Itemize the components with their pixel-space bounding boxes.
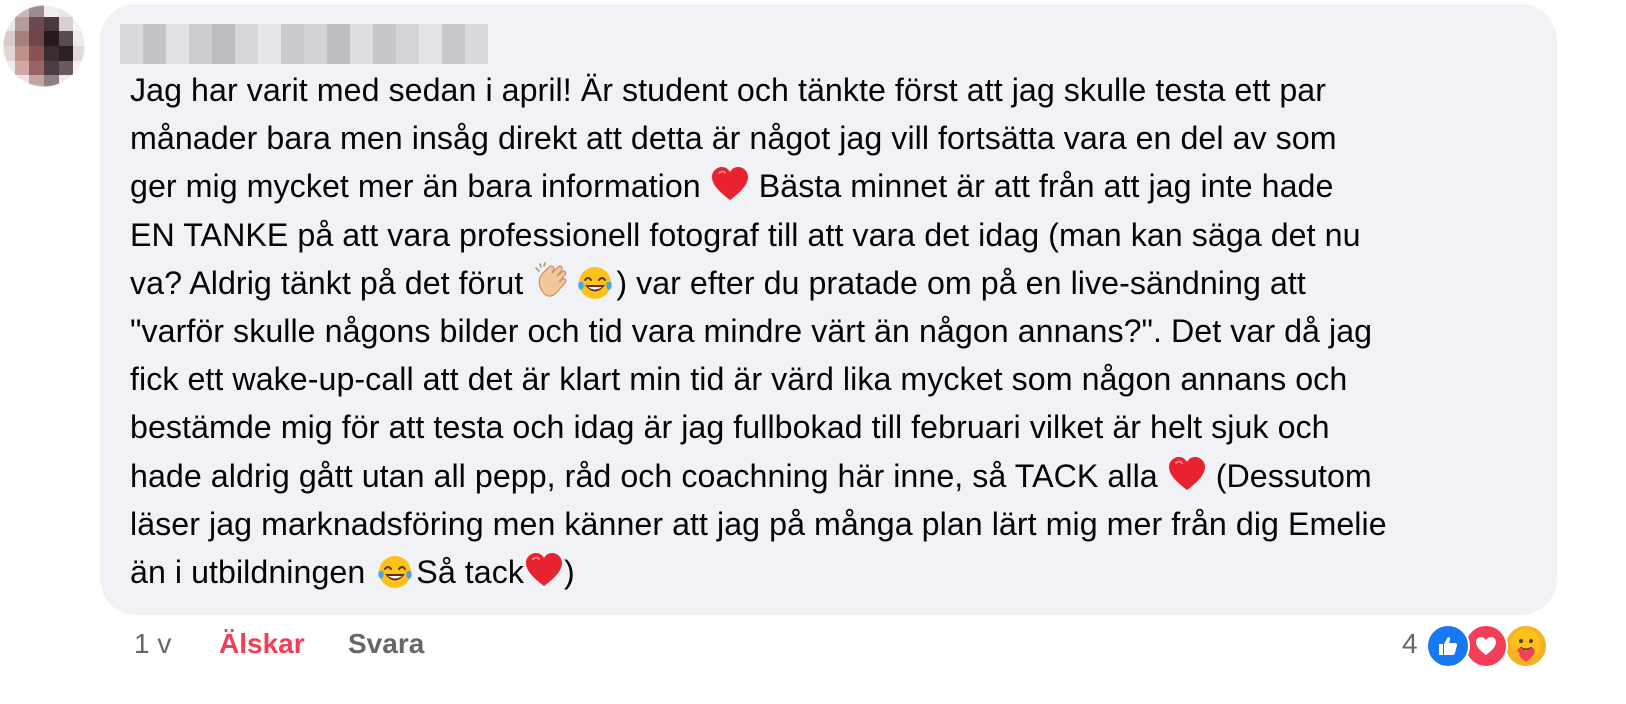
red-heart-icon [524, 551, 564, 591]
comment-timestamp[interactable]: 1 v [134, 628, 171, 660]
tears-of-joy-icon [375, 551, 415, 591]
comment-footer: 1 v Älskar Svara 4 [0, 620, 1626, 670]
comment-line: Jag har varit med sedan i april! Är stud… [130, 72, 1326, 108]
love-icon [1464, 624, 1508, 668]
comment-line: ger mig mycket mer än bara information B… [130, 162, 1542, 210]
comment-line: läser jag marknadsföring men känner att … [130, 505, 1387, 542]
comment-line: hade aldrig gått utan all pepp, råd och … [130, 452, 1542, 500]
reaction-summary[interactable] [1426, 624, 1552, 668]
comment-text: Jag har varit med sedan i april! Är stud… [130, 66, 1542, 596]
comment-line: va? Aldrig tänkt på det förut ) var efte… [130, 259, 1542, 307]
comment-line: månader bara men insåg direkt att detta … [130, 120, 1337, 157]
red-heart-icon [710, 165, 750, 205]
tears-of-joy-icon [575, 262, 615, 302]
comment-line: "varför skulle någons bilder och tid var… [130, 313, 1373, 350]
red-heart-icon [1167, 455, 1207, 495]
comment-line: bestämde mig för att testa och idag är j… [130, 409, 1330, 446]
love-reaction-button[interactable]: Älskar [219, 628, 305, 660]
avatar[interactable] [0, 2, 88, 90]
like-icon [1426, 624, 1470, 668]
clapping-hands-icon [533, 262, 573, 302]
comment-line: än i utbildningen Så tack) [130, 548, 1542, 596]
author-name-blurred[interactable] [120, 24, 488, 64]
comment-line: fick ett wake-up-call att det är klart m… [130, 361, 1348, 398]
reply-button[interactable]: Svara [348, 628, 424, 660]
care-icon [1504, 624, 1548, 668]
comment-line: EN TANKE på att vara professionell fotog… [130, 216, 1361, 253]
reaction-count[interactable]: 4 [1402, 628, 1418, 660]
